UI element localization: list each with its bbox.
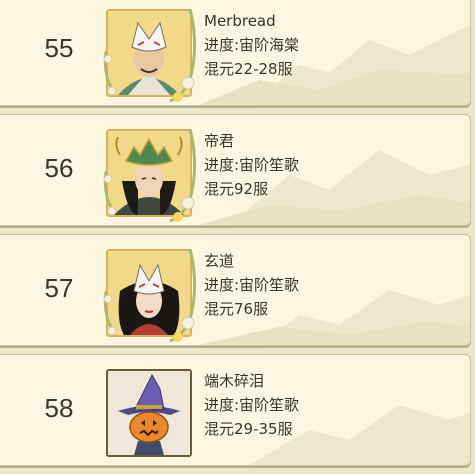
player-avatar[interactable] <box>103 8 197 103</box>
player-info: Merbread 进度:宙阶海棠 混元22-28服 <box>204 9 299 81</box>
rank-number: 57 <box>44 273 74 303</box>
player-server: 混元92服 <box>204 180 269 198</box>
player-name: 帝君 <box>204 132 235 150</box>
flower-vine-frame-icon <box>103 248 197 343</box>
flower-vine-frame-icon <box>103 8 197 103</box>
player-progress: 进度:宙阶笙歌 <box>204 276 300 294</box>
player-progress: 进度:宙阶笙歌 <box>204 156 300 174</box>
player-name: 玄道 <box>204 252 235 270</box>
rank-number: 58 <box>44 393 74 423</box>
rank-number: 55 <box>44 33 74 63</box>
player-progress: 进度:宙阶海棠 <box>204 36 300 54</box>
player-info: 帝君 进度:宙阶笙歌 混元92服 <box>204 129 299 201</box>
ranking-row-56[interactable]: 56 帝君 进度:宙阶笙歌 混元92服 <box>0 114 471 226</box>
player-avatar[interactable] <box>103 128 197 223</box>
player-name: 端木碎泪 <box>204 372 265 390</box>
player-info: 玄道 进度:宙阶笙歌 混元76服 <box>204 249 299 321</box>
player-server: 混元76服 <box>204 300 269 318</box>
pumpkin-witch-portrait-icon <box>108 371 190 455</box>
player-server: 混元29-35服 <box>204 420 293 438</box>
player-info: 端木碎泪 进度:宙阶笙歌 混元29-35服 <box>204 369 299 441</box>
player-avatar[interactable] <box>106 369 192 457</box>
rank-number: 56 <box>44 153 74 183</box>
player-name: Merbread <box>204 12 276 30</box>
player-avatar[interactable] <box>103 248 197 343</box>
ranking-row-55[interactable]: 55 Merbread 进度:宙阶海棠 混元22-28服 <box>0 0 471 106</box>
ranking-list: 55 Merbread 进度:宙阶海棠 混元22-28服 56 帝君 进度:宙阶… <box>0 0 471 474</box>
player-server: 混元22-28服 <box>204 60 293 78</box>
ranking-row-58[interactable]: 58 端木碎泪 进度:宙阶笙歌 混元29-35服 <box>0 354 471 466</box>
player-progress: 进度:宙阶笙歌 <box>204 396 300 414</box>
flower-vine-frame-icon <box>103 128 197 223</box>
ranking-row-57[interactable]: 57 玄道 进度:宙阶笙歌 混元76服 <box>0 234 471 346</box>
